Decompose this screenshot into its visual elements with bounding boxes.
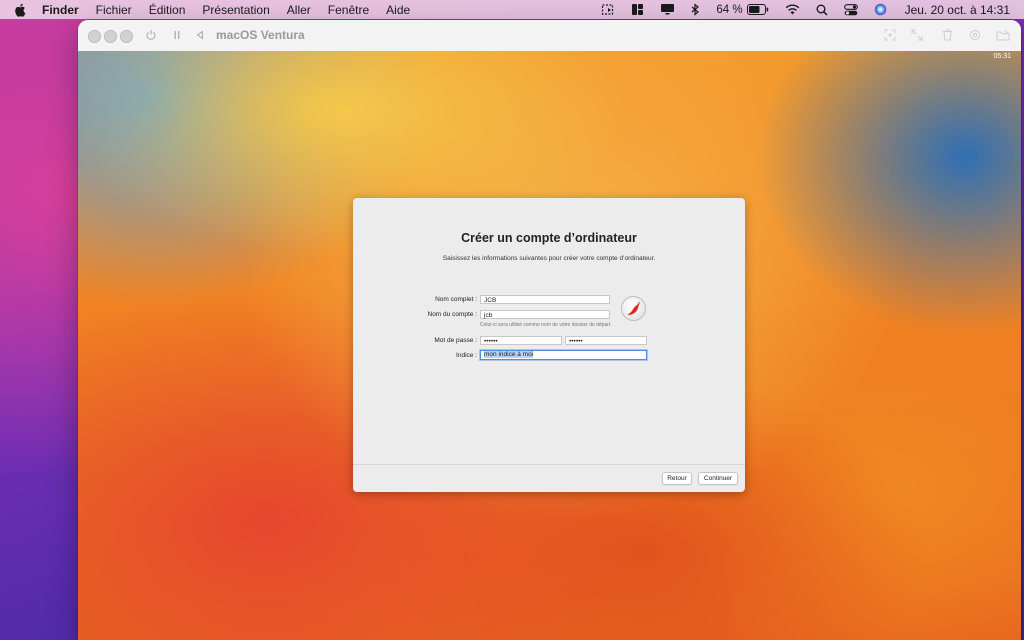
- menu-fichier[interactable]: Fichier: [96, 3, 132, 17]
- display-icon[interactable]: [660, 3, 675, 16]
- password-hint-field[interactable]: mon indice à moi: [480, 350, 647, 360]
- siri-icon[interactable]: [874, 3, 887, 16]
- close-button[interactable]: [88, 30, 101, 43]
- window-title: macOS Ventura: [216, 28, 305, 42]
- dialog-subtitle: Saisissez les informations suivantes pou…: [442, 255, 656, 262]
- avatar[interactable]: [621, 296, 646, 321]
- account-name-label: Nom du compte :: [427, 311, 478, 318]
- window-titlebar: macOS Ventura: [78, 20, 1021, 52]
- chili-pepper-icon: [627, 301, 640, 315]
- pause-icon[interactable]: [168, 26, 186, 44]
- trash-icon[interactable]: [938, 26, 956, 44]
- screenshot-icon[interactable]: [601, 3, 615, 16]
- menu-aller[interactable]: Aller: [287, 3, 311, 17]
- menu-finder[interactable]: Finder: [42, 3, 79, 17]
- password-verify-field[interactable]: ••••••: [565, 336, 647, 345]
- power-icon[interactable]: [142, 26, 160, 44]
- password-label: Mot de passe :: [434, 337, 477, 344]
- menu-edition[interactable]: Édition: [149, 3, 186, 17]
- hint-selected-text: mon indice à moi: [484, 351, 534, 358]
- battery-icon[interactable]: [746, 4, 769, 15]
- capture-icon[interactable]: [881, 26, 899, 44]
- dialog-divider: [353, 464, 745, 465]
- create-account-dialog: Créer un compte d’ordinateur Saisissez l…: [353, 198, 745, 492]
- vm-clock: 05:31: [993, 53, 1011, 60]
- zoom-button[interactable]: [120, 30, 133, 43]
- wifi-icon[interactable]: [785, 4, 800, 15]
- vm-window: macOS Ventura 05:31 Créer un compte d’or…: [78, 20, 1021, 640]
- menu-bar: Finder Fichier Édition Présentation Alle…: [0, 0, 1024, 19]
- full-name-label: Nom complet :: [435, 296, 477, 303]
- vm-screen[interactable]: 05:31 Créer un compte d’ordinateur Saisi…: [78, 51, 1021, 640]
- menubar-clock[interactable]: Jeu. 20 oct. à 14:31: [905, 3, 1010, 17]
- minimize-button[interactable]: [104, 30, 117, 43]
- account-name-hint: Celui-ci sera utilisé comme nom de votre…: [480, 322, 612, 328]
- dialog-title: Créer un compte d’ordinateur: [461, 231, 637, 245]
- settings-icon[interactable]: [966, 26, 984, 44]
- full-name-field[interactable]: JCB: [480, 295, 610, 304]
- fullscreen-icon[interactable]: [908, 26, 926, 44]
- menu-presentation[interactable]: Présentation: [202, 3, 269, 17]
- back-button[interactable]: Retour: [662, 472, 692, 485]
- back-arrow-icon[interactable]: [191, 26, 209, 44]
- control-center-icon[interactable]: [843, 3, 858, 16]
- battery-percent: 64 %: [716, 3, 743, 16]
- menu-fenetre[interactable]: Fenêtre: [328, 3, 369, 17]
- window-layout-icon[interactable]: [631, 3, 644, 16]
- continue-button[interactable]: Continuer: [698, 472, 738, 485]
- spotlight-search-icon[interactable]: [816, 4, 828, 16]
- apple-menu-icon[interactable]: [14, 3, 30, 17]
- bluetooth-icon[interactable]: [691, 3, 700, 16]
- hint-label: Indice :: [456, 352, 477, 359]
- share-folder-icon[interactable]: [994, 26, 1012, 44]
- menu-aide[interactable]: Aide: [386, 3, 410, 17]
- account-name-field[interactable]: jcb: [480, 310, 610, 319]
- password-field[interactable]: ••••••: [480, 336, 562, 345]
